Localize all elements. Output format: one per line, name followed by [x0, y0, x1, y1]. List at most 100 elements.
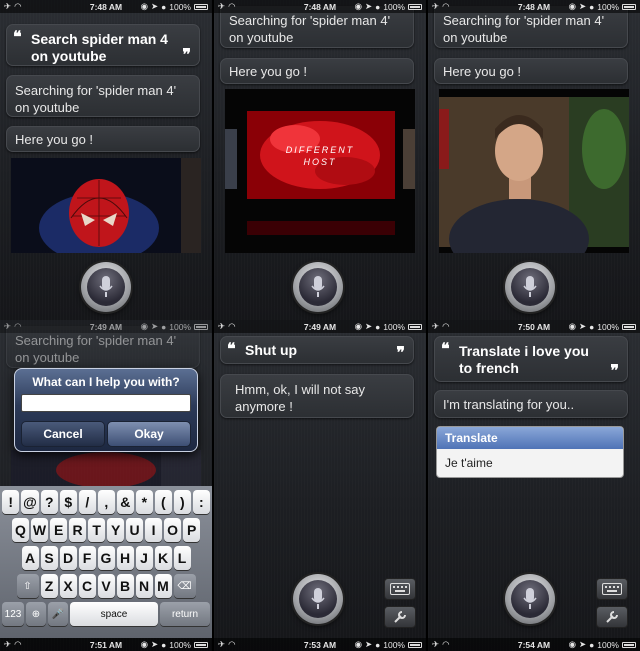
- video-frame-image: [439, 89, 629, 253]
- translate-result: Je t'aime: [445, 456, 493, 470]
- key-row3-2[interactable]: D: [59, 546, 77, 570]
- key-row2-6[interactable]: U: [126, 518, 144, 542]
- key-row3-6[interactable]: J: [135, 546, 153, 570]
- shift-key[interactable]: ⇧: [16, 574, 39, 598]
- airplane-icon: ✈: [4, 321, 12, 331]
- input-dialog: What can I help you with? Cancel Okay: [14, 368, 198, 452]
- alarm-icon: ●: [375, 321, 381, 332]
- dictation-key[interactable]: 🎤: [48, 602, 68, 626]
- key-row1-6[interactable]: &: [116, 490, 134, 514]
- key-row4-5[interactable]: N: [135, 574, 153, 598]
- battery-percent: 100%: [597, 321, 619, 332]
- key-row1-0[interactable]: !: [2, 490, 20, 514]
- key-row3-3[interactable]: F: [78, 546, 96, 570]
- return-key[interactable]: return: [160, 602, 210, 626]
- key-row3-1[interactable]: S: [40, 546, 58, 570]
- keyboard-icon: [390, 583, 410, 595]
- wifi-icon: ◠: [442, 1, 450, 11]
- key-row1-3[interactable]: $: [59, 490, 77, 514]
- battery-icon: [408, 323, 422, 330]
- key-row1-5[interactable]: ,: [97, 490, 115, 514]
- open-quote-icon: ❝: [227, 339, 236, 358]
- siri-mic-button[interactable]: [81, 262, 131, 312]
- status-bar: ✈ ◠ 7:48 AM ◉ ➤ ● 100%: [214, 0, 426, 13]
- wrench-icon: [606, 611, 618, 623]
- siri-reply-text: Searching for 'spider man 4' on youtube: [15, 83, 177, 115]
- globe-key[interactable]: ⊕: [26, 602, 46, 626]
- cancel-button[interactable]: Cancel: [21, 421, 105, 447]
- numbers-key[interactable]: 123: [2, 602, 24, 626]
- siri-mic-button[interactable]: [505, 574, 555, 624]
- key-row3-5[interactable]: H: [116, 546, 134, 570]
- user-query-text: Shut up: [245, 342, 298, 358]
- airplane-icon: ✈: [432, 321, 440, 331]
- location-icon: ➤: [150, 1, 159, 11]
- keyboard-button[interactable]: [384, 578, 416, 600]
- key-row3-8[interactable]: L: [173, 546, 191, 570]
- alarm-icon: ●: [589, 1, 595, 12]
- user-query-bubble: ❝ Search spider man 4 on youtube ❞: [6, 24, 200, 66]
- key-row4-3[interactable]: V: [97, 574, 115, 598]
- wifi-icon: ◠: [228, 639, 236, 649]
- settings-button[interactable]: [384, 606, 416, 628]
- airplane-icon: ✈: [432, 639, 440, 649]
- microphone-icon: [523, 588, 537, 609]
- key-row1-4[interactable]: /: [78, 490, 96, 514]
- lock-icon: ◉: [354, 321, 362, 331]
- key-row2-8[interactable]: O: [164, 518, 182, 542]
- siri-reply-bubble: Hmm, ok, I will not say anymore !: [220, 374, 414, 418]
- okay-button[interactable]: Okay: [107, 421, 191, 447]
- status-bar: ✈ ◠ 7:50 AM ◉ ➤ ● 100%: [428, 320, 640, 333]
- key-row4-1[interactable]: X: [59, 574, 77, 598]
- siri-mic-button[interactable]: [293, 574, 343, 624]
- key-row2-7[interactable]: I: [145, 518, 163, 542]
- key-row4-2[interactable]: C: [78, 574, 96, 598]
- location-icon: ➤: [150, 321, 159, 331]
- key-row2-9[interactable]: P: [183, 518, 201, 542]
- key-row2-2[interactable]: E: [50, 518, 68, 542]
- siri-mic-button[interactable]: [293, 262, 343, 312]
- key-row3-7[interactable]: K: [154, 546, 172, 570]
- key-row1-9[interactable]: ): [173, 490, 191, 514]
- youtube-video-player[interactable]: [439, 89, 629, 253]
- key-row1-2[interactable]: ?: [40, 490, 58, 514]
- alarm-icon: ●: [589, 639, 595, 650]
- on-screen-keyboard: ! @? $ /, & *(): Q W E R T Y U I O P A S D F G H J K L ⇧ Z X C V B N M ⌫ 1…: [0, 486, 212, 638]
- wifi-icon: ◠: [14, 1, 22, 11]
- key-row2-3[interactable]: R: [69, 518, 87, 542]
- key-row1-7[interactable]: *: [135, 490, 153, 514]
- space-key[interactable]: space: [70, 602, 158, 626]
- key-row4-0[interactable]: Z: [40, 574, 58, 598]
- youtube-video-thumbnail[interactable]: [11, 158, 201, 253]
- key-row1-10[interactable]: :: [192, 490, 210, 514]
- video-frame-image: [225, 89, 415, 253]
- key-row3-0[interactable]: A: [21, 546, 39, 570]
- key-row4-4[interactable]: B: [116, 574, 134, 598]
- backspace-key[interactable]: ⌫: [173, 574, 196, 598]
- battery-icon: [622, 641, 636, 648]
- microphone-icon: [99, 276, 113, 297]
- key-row4-6[interactable]: M: [154, 574, 172, 598]
- key-row2-0[interactable]: Q: [11, 518, 29, 542]
- translate-card[interactable]: Translate Je t'aime: [436, 426, 624, 478]
- settings-button[interactable]: [596, 606, 628, 628]
- open-quote-icon: ❝: [441, 339, 450, 358]
- key-row3-4[interactable]: G: [97, 546, 115, 570]
- alarm-icon: ●: [161, 1, 167, 12]
- key-row1-8[interactable]: (: [154, 490, 172, 514]
- key-row2-1[interactable]: W: [30, 518, 49, 542]
- siri-mic-button[interactable]: [505, 262, 555, 312]
- wrench-icon: [394, 611, 406, 623]
- keyboard-button[interactable]: [596, 578, 628, 600]
- key-row2-4[interactable]: T: [88, 518, 106, 542]
- dialog-text-input[interactable]: [21, 394, 191, 412]
- youtube-video-player[interactable]: DIFFERENT HOST: [225, 89, 415, 253]
- wifi-icon: ◠: [14, 639, 22, 649]
- keyboard-row: ! @? $ /, & *():: [1, 490, 211, 514]
- battery-icon: [194, 641, 208, 648]
- battery-percent: 100%: [597, 639, 619, 650]
- siri-reply-bubble: Here you go !: [6, 126, 200, 152]
- key-row1-1[interactable]: @: [21, 490, 39, 514]
- key-row2-5[interactable]: Y: [107, 518, 125, 542]
- lock-icon: ◉: [354, 1, 362, 11]
